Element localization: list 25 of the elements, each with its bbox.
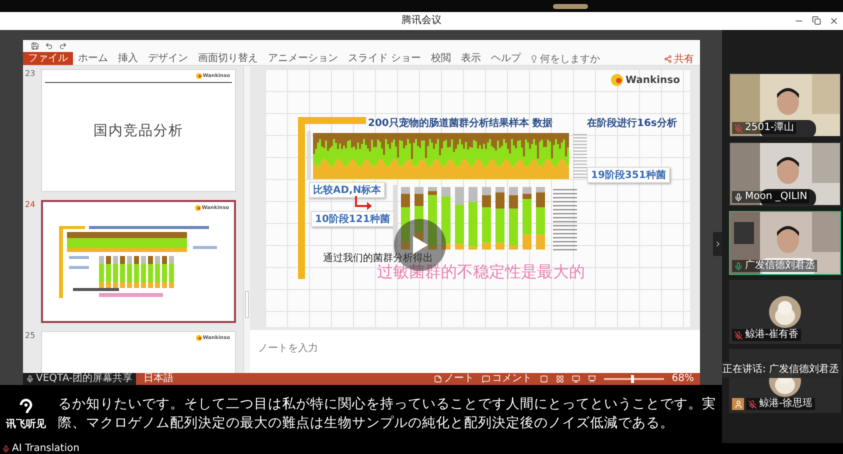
participant-name: 2501-潭山 (732, 122, 796, 134)
logo-text: Wankinso (625, 74, 680, 86)
participant-name: Moon _QILIN (732, 191, 810, 203)
slide-number: 23 (24, 69, 36, 80)
subtitle-line: 際、マクロゲノム配列決定の最大の難点は生物サンプルの純化と配列決定後のノイズ低減である。 (58, 415, 675, 432)
participant-name: 鲸港-崔有香 (732, 329, 801, 341)
slide-number: 24 (24, 200, 36, 211)
language-label: 日本語 (144, 373, 174, 385)
participant-name: 鲸港-徐思瑶 (746, 398, 815, 410)
chart-label: 19阶段351种菌 (587, 167, 670, 183)
chart-label: 比较AD,N标本 (309, 182, 386, 198)
zoom-percent: 68% (672, 373, 695, 385)
slide-number: 25 (24, 331, 36, 342)
slide-caption: 通过我们的菌群分析得出 (323, 252, 433, 264)
brand-name: 讯飞听见 (6, 418, 46, 431)
speaking-toast: 正在讲话: 广发信德刘君丞 (722, 362, 842, 378)
ai-translation-label: AI Translation (12, 443, 80, 454)
slide-subtitle: 在阶段进行16s分析 (587, 116, 677, 130)
thumbnail-title: 国内竞品分析 (94, 122, 184, 140)
participant-name: 广发信德刘君丞 (732, 260, 817, 272)
slide-title: 200只宠物的肠道菌群分析结果样本 数据 (368, 116, 552, 130)
subtitle-line: るか知りたいです。そして二つ目は私が特に関心を持っていることです人間にとってということです。実 (58, 396, 716, 413)
chart-label: 10阶段121种菌 (311, 211, 394, 227)
share-indicator: VEQTA-团的屏幕共享 (23, 373, 136, 385)
window-title: 腾讯会议 (402, 15, 442, 27)
